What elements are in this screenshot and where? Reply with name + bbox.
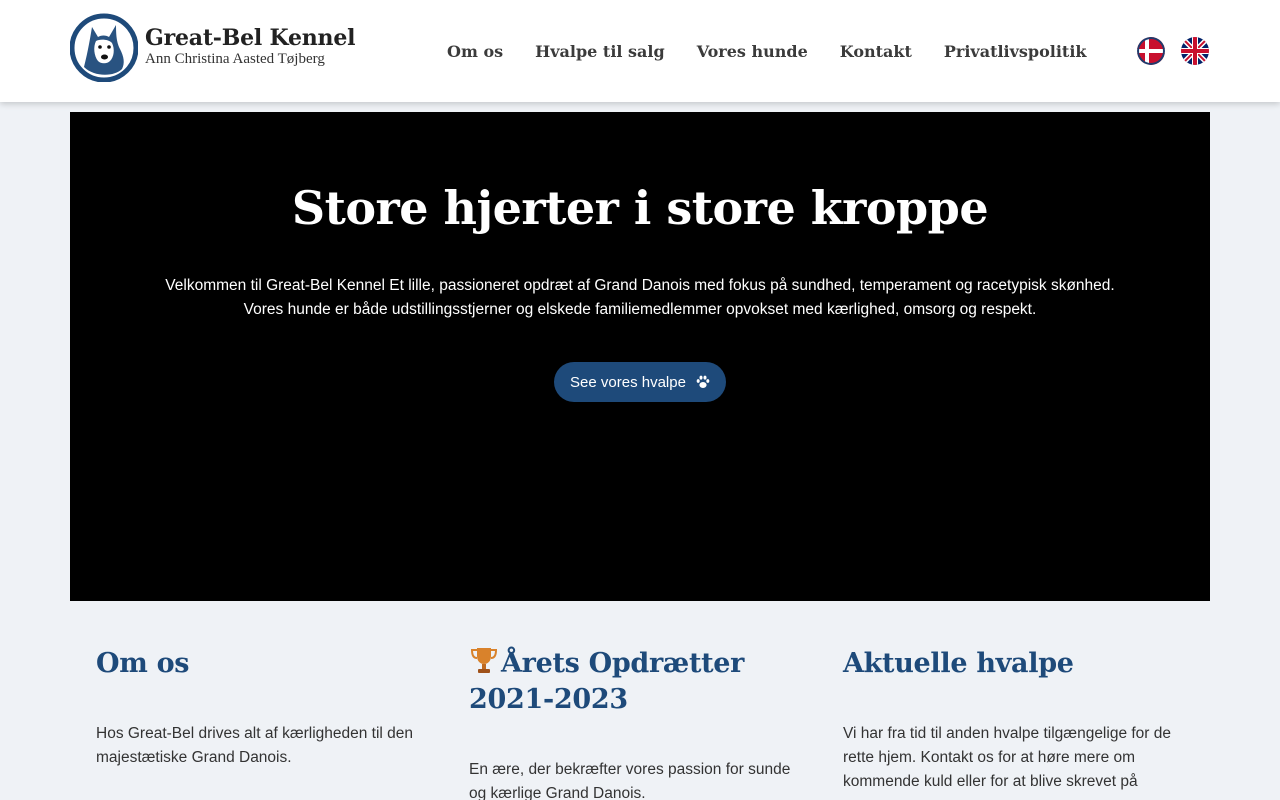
nav-kontakt[interactable]: Kontakt bbox=[840, 42, 912, 61]
logo-title: Great-Bel Kennel bbox=[145, 25, 356, 51]
main-nav: Om os Hvalpe til salg Vores hunde Kontak… bbox=[447, 38, 1086, 64]
section-text: Vi har fra tid til anden hvalpe tilgænge… bbox=[843, 725, 1172, 790]
uk-flag-icon[interactable] bbox=[1181, 37, 1209, 65]
hero-title: Store hjerter i store kroppe bbox=[291, 181, 989, 235]
section-om-os: Om os Hos Great-Bel drives alt af kærlig… bbox=[96, 646, 436, 770]
section-title: Aktuelle hvalpe bbox=[843, 648, 1074, 679]
logo-subtitle: Ann Christina Aasted Tøjberg bbox=[145, 51, 325, 67]
section-arets-opdraetter: Årets Opdrætter 2021-2023 En ære, der be… bbox=[469, 646, 809, 800]
dog-logo-icon bbox=[69, 11, 139, 82]
danish-flag-icon[interactable] bbox=[1137, 37, 1165, 65]
logo[interactable]: Great-Bel Kennel Ann Christina Aasted Tø… bbox=[69, 10, 356, 82]
nav-privatlivspolitik[interactable]: Privatlivspolitik bbox=[944, 42, 1087, 61]
section-text: En ære, der bekræfter vores passion for … bbox=[469, 761, 791, 800]
trophy-icon bbox=[470, 648, 498, 673]
section-title: Om os bbox=[96, 648, 190, 679]
section-title: Årets Opdrætter 2021-2023 bbox=[469, 646, 809, 718]
section-text: Hos Great-Bel drives alt af kærligheden … bbox=[96, 725, 414, 766]
hero-text: Velkommen til Great-Bel Kennel Et lille,… bbox=[165, 277, 1115, 318]
paw-icon bbox=[696, 375, 710, 388]
section-aktuelle-hvalpe: Aktuelle hvalpe Vi har fra tid til anden… bbox=[843, 646, 1183, 794]
nav-vores-hunde[interactable]: Vores hunde bbox=[697, 42, 808, 61]
section-title-text: Årets Opdrætter 2021-2023 bbox=[469, 648, 745, 715]
see-puppies-button[interactable]: See vores hvalpe bbox=[554, 362, 726, 402]
nav-om-os[interactable]: Om os bbox=[447, 42, 503, 61]
see-puppies-label: See vores hvalpe bbox=[570, 373, 686, 391]
hero-section: Store hjerter i store kroppe Velkommen t… bbox=[70, 112, 1210, 601]
site-header: Great-Bel Kennel Ann Christina Aasted Tø… bbox=[0, 0, 1280, 102]
nav-hvalpe-til-salg[interactable]: Hvalpe til salg bbox=[535, 42, 665, 61]
